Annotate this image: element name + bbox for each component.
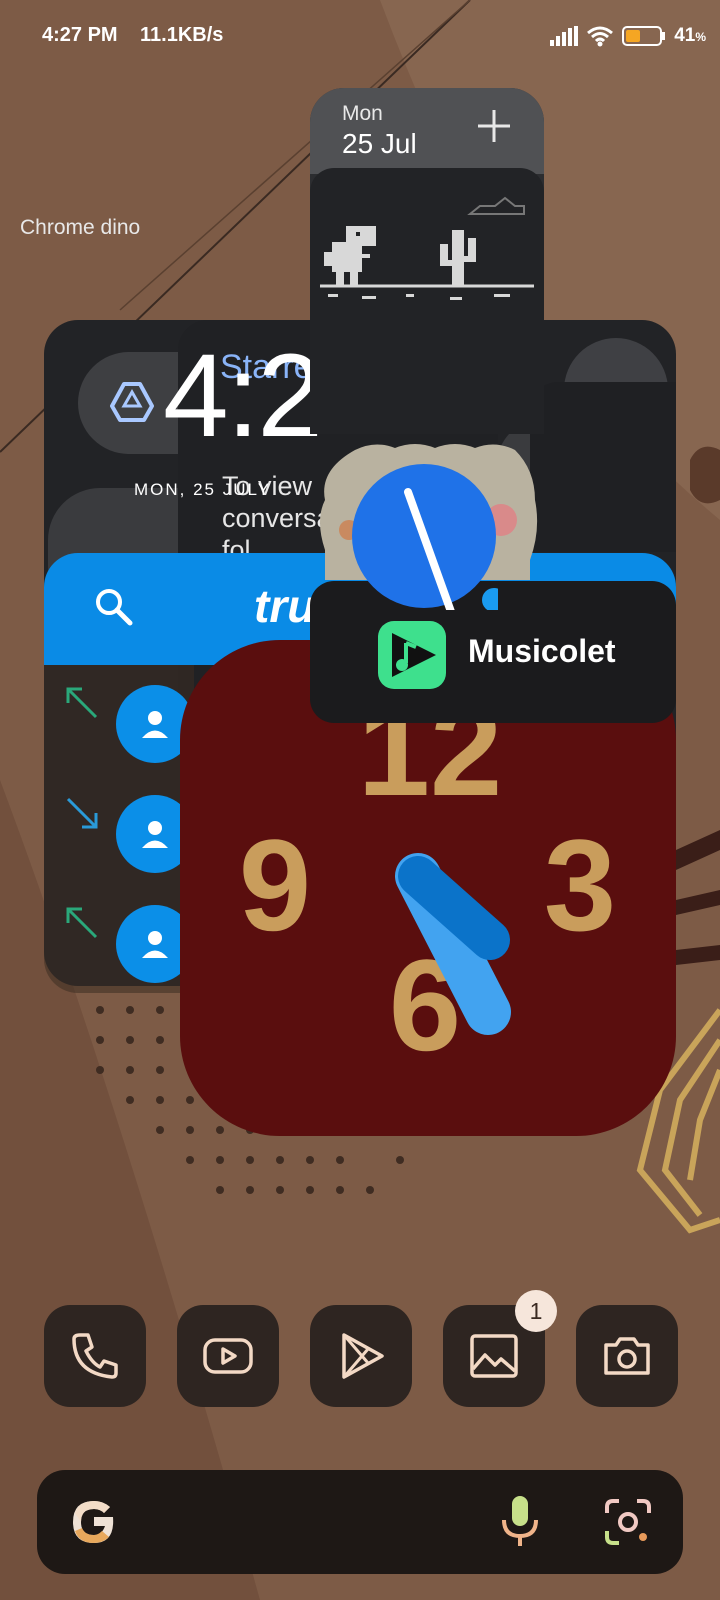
outgoing-call-arrow-icon <box>66 687 98 719</box>
call-list-item[interactable] <box>44 885 194 993</box>
youtube-icon <box>203 1338 253 1374</box>
calendar-header: Mon 25 Jul <box>310 88 544 174</box>
digital-clock-date: MON, 25 JULY <box>134 480 272 499</box>
plus-icon[interactable] <box>474 106 514 146</box>
music-note-icon <box>392 633 436 677</box>
musicolet-app-icon <box>378 621 446 689</box>
wifi-icon <box>587 26 614 47</box>
mic-icon[interactable] <box>500 1494 540 1550</box>
camera-app-icon[interactable] <box>576 1305 678 1407</box>
battery-icon <box>622 26 666 46</box>
calendar-day: Mon <box>342 102 383 125</box>
call-list-item[interactable] <box>44 775 194 885</box>
gallery-icon <box>470 1334 518 1378</box>
chrome-dino-widget[interactable] <box>310 168 544 374</box>
incoming-call-arrow-icon <box>66 797 98 829</box>
truecaller-call-list <box>44 665 194 993</box>
phone-icon <box>72 1333 118 1379</box>
lens-icon[interactable] <box>603 1497 653 1547</box>
musicolet-label: Musicolet <box>468 633 616 669</box>
digital-clock-time[interactable]: 4:2 <box>163 328 323 464</box>
network-speed: 11.1KB/s <box>140 24 224 46</box>
person-icon <box>142 931 168 958</box>
person-icon <box>142 821 168 848</box>
youtube-app-icon[interactable] <box>177 1305 279 1407</box>
chrome-dino-footer <box>310 374 544 434</box>
google-drive-icon <box>110 382 154 422</box>
truecaller-logo: tru <box>254 580 316 632</box>
status-time: 4:27 PM <box>42 24 118 46</box>
clock-number-9: 9 <box>239 812 311 958</box>
status-bar: 4:27 PM 11.1KB/s 41% <box>0 0 720 72</box>
battery-percent: 41% <box>674 25 706 46</box>
play-store-app-icon[interactable] <box>310 1305 412 1407</box>
call-list-item[interactable] <box>44 665 194 775</box>
chrome-dino-label: Chrome dino <box>20 216 141 239</box>
signal-icon <box>550 26 579 46</box>
widget-tile[interactable] <box>530 382 676 552</box>
play-store-icon <box>342 1333 384 1379</box>
outgoing-call-arrow-icon <box>66 907 98 939</box>
person-icon <box>142 711 168 738</box>
dino-game-scene <box>320 196 534 300</box>
calendar-date: 25 Jul <box>342 128 417 159</box>
google-search-bar[interactable] <box>37 1470 683 1574</box>
search-icon[interactable] <box>92 585 136 629</box>
camera-icon <box>604 1337 650 1375</box>
status-icons: 41% <box>550 22 706 50</box>
gallery-notification-badge: 1 <box>515 1290 557 1332</box>
analog-clock-widget[interactable] <box>350 462 498 610</box>
google-icon[interactable] <box>69 1497 119 1547</box>
clock-number-3: 3 <box>544 812 616 958</box>
phone-app-icon[interactable] <box>44 1305 146 1407</box>
